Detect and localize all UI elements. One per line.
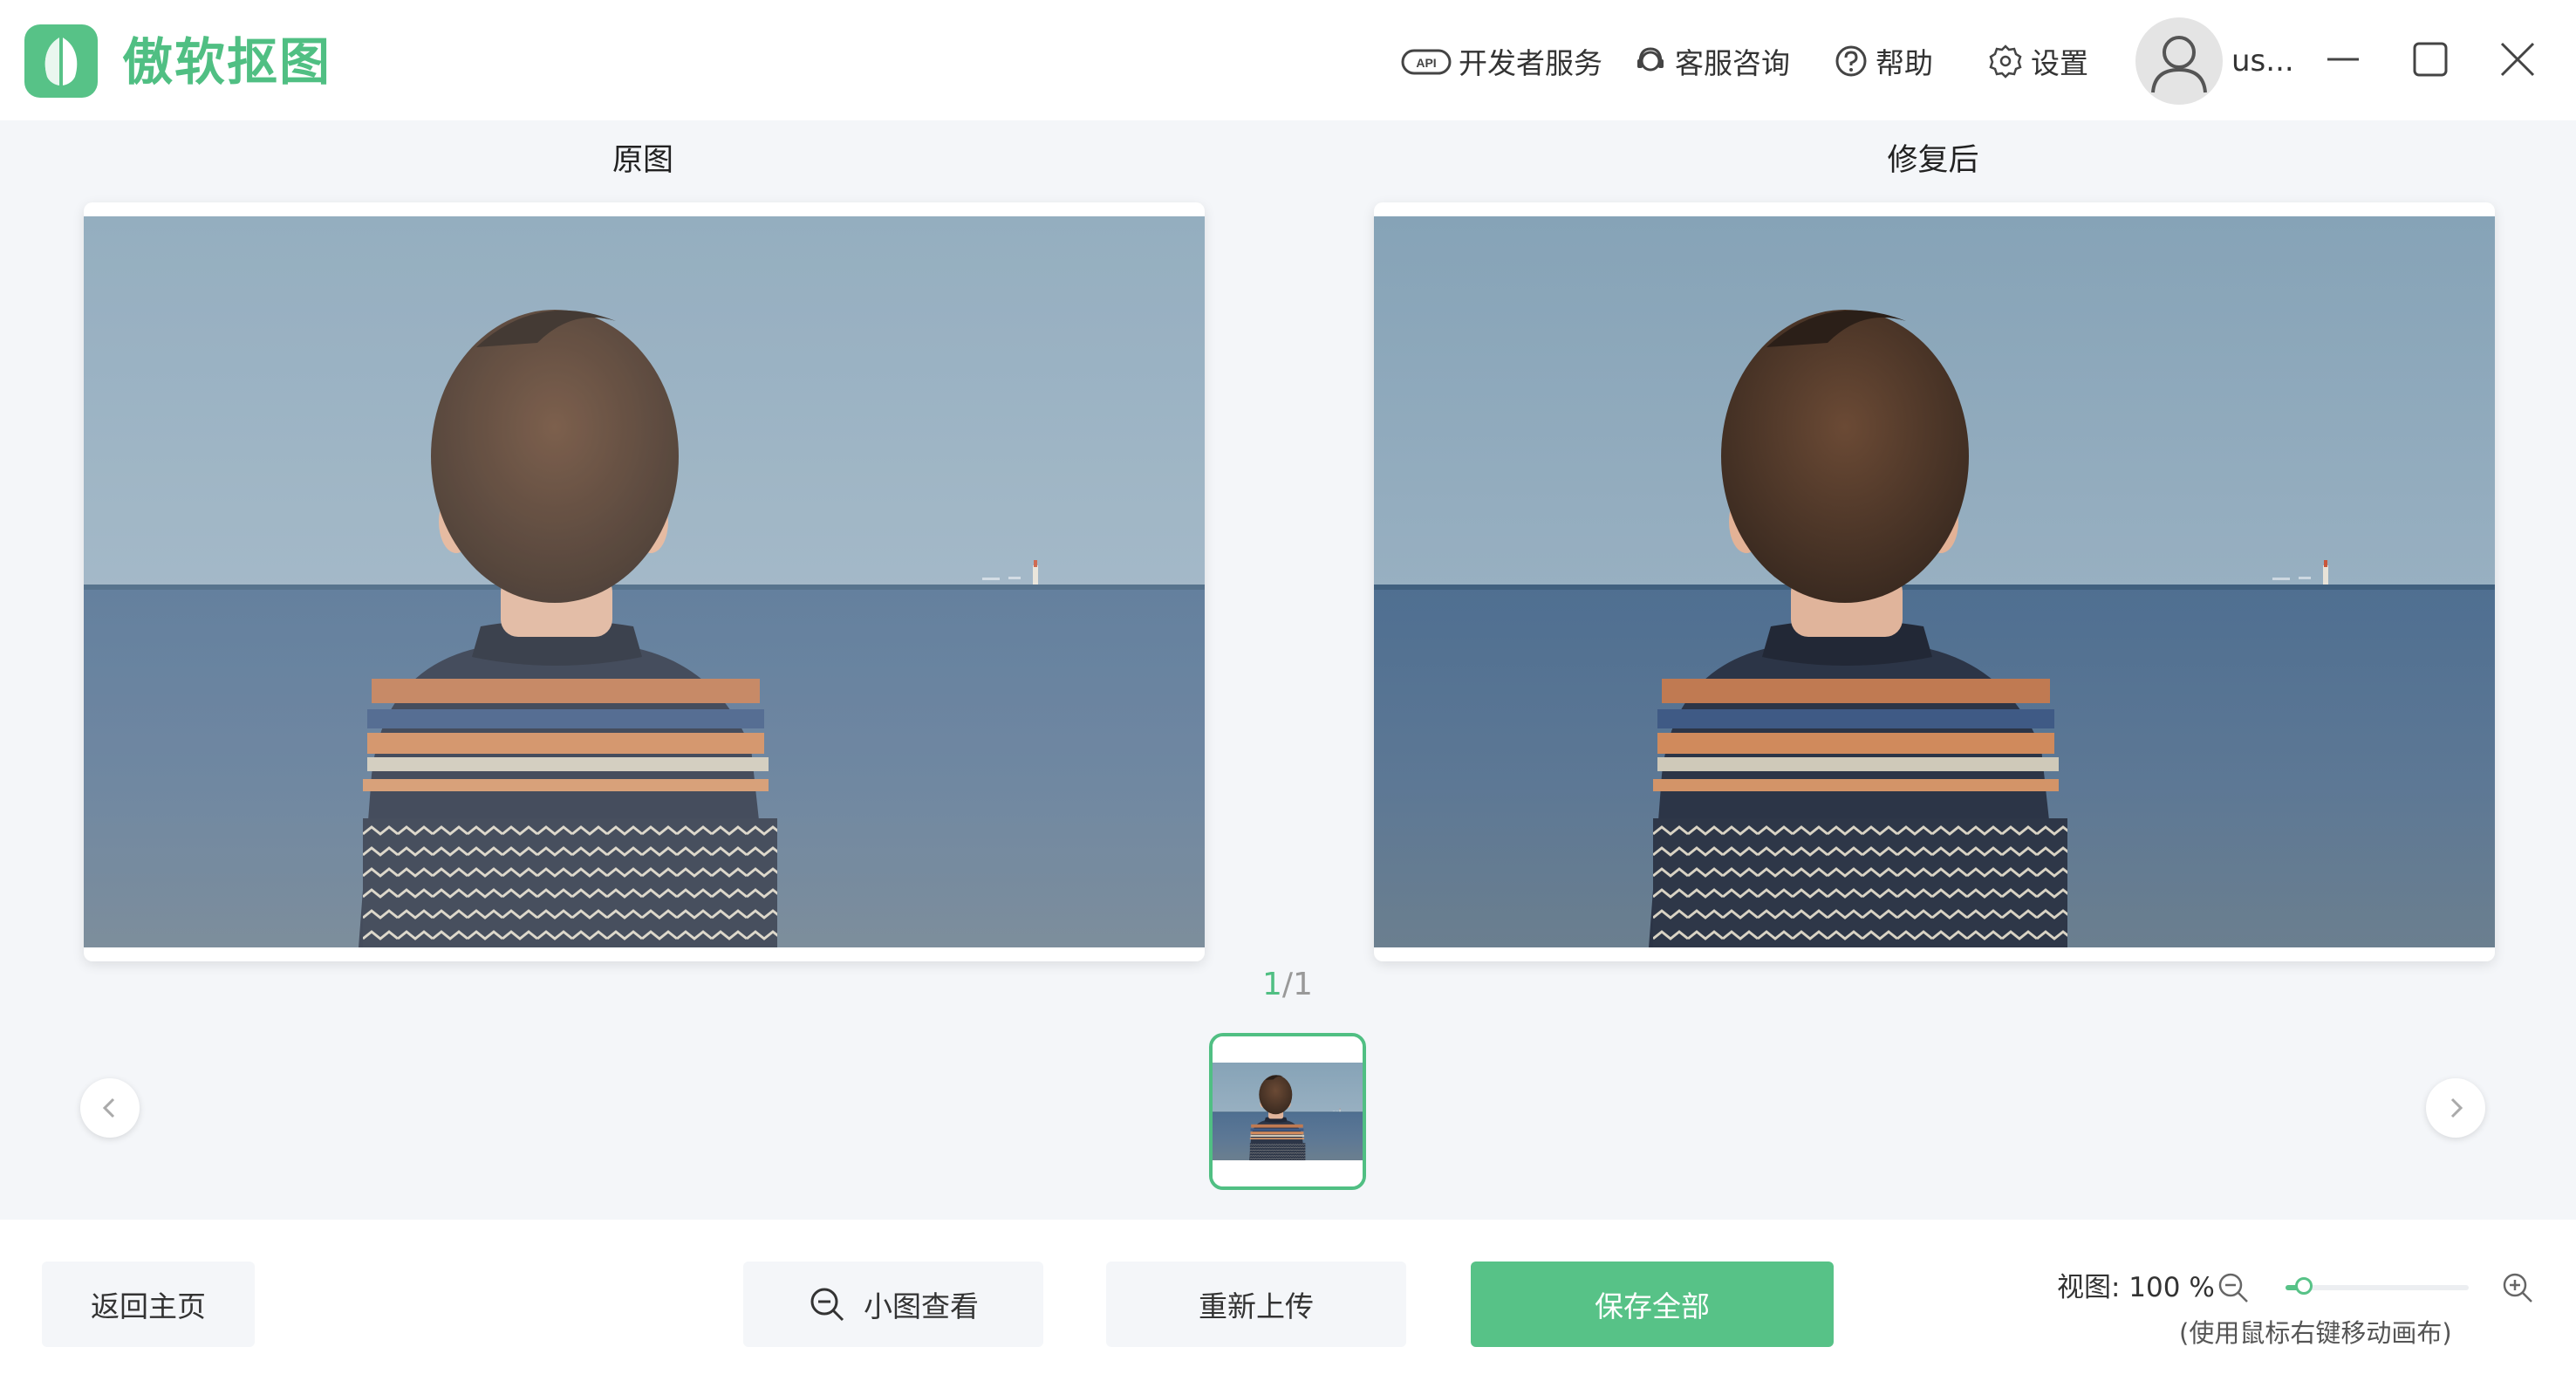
app-name: 傲软抠图 <box>122 32 332 92</box>
small-view-label: 小图查看 <box>864 1289 979 1323</box>
svg-text:API: API <box>1416 56 1436 70</box>
settings-label: 设置 <box>2031 46 2088 80</box>
zoom-slider-handle[interactable] <box>2295 1277 2313 1295</box>
minimize-icon[interactable] <box>2317 33 2369 85</box>
customer-support-button[interactable]: 客服咨询 <box>1633 38 1790 84</box>
title-bar: 傲软抠图 API 开发者服务 客服咨询 帮助 设置 us... <box>0 0 2576 120</box>
help-button[interactable]: 帮助 <box>1834 38 1933 84</box>
chevron-right-icon <box>2450 1097 2463 1118</box>
back-home-label: 返回主页 <box>91 1289 206 1323</box>
help-label: 帮助 <box>1876 46 1933 80</box>
headset-icon <box>1637 47 1664 72</box>
developer-service-button[interactable]: API 开发者服务 <box>1401 38 1602 84</box>
gear-icon <box>1989 44 2022 79</box>
back-home-button[interactable]: 返回主页 <box>42 1262 255 1347</box>
page-total: /1 <box>1281 967 1313 1002</box>
api-cloud-icon: API <box>1401 49 1452 75</box>
reupload-label: 重新上传 <box>1199 1289 1314 1323</box>
app-logo-icon <box>24 24 98 98</box>
customer-support-label: 客服咨询 <box>1675 46 1790 80</box>
repaired-image-panel[interactable] <box>1374 202 2495 961</box>
previous-image-button[interactable] <box>80 1078 140 1138</box>
image-thumbnail[interactable] <box>1209 1033 1366 1190</box>
zoom-out-icon <box>810 1288 844 1322</box>
zoom-out-icon[interactable] <box>2216 1270 2251 1305</box>
original-image <box>84 216 1205 947</box>
settings-button[interactable]: 设置 <box>1987 38 2088 84</box>
page-indicator: 1/1 <box>1235 960 1340 1010</box>
reupload-button[interactable]: 重新上传 <box>1106 1262 1406 1347</box>
original-image-panel[interactable] <box>84 202 1205 961</box>
repaired-image-title: 修复后 <box>1887 143 1979 178</box>
small-view-button[interactable]: 小图查看 <box>743 1262 1043 1347</box>
zoom-slider[interactable] <box>2286 1277 2469 1295</box>
maximize-icon[interactable] <box>2404 33 2456 85</box>
user-name[interactable]: us... <box>2231 38 2294 84</box>
save-all-button[interactable]: 保存全部 <box>1471 1262 1834 1347</box>
question-circle-icon <box>1835 45 1867 77</box>
close-icon[interactable] <box>2491 33 2544 85</box>
zoom-in-icon[interactable] <box>2500 1270 2535 1305</box>
chevron-left-icon <box>102 1097 115 1118</box>
user-avatar-icon[interactable] <box>2135 17 2223 105</box>
zoom-hint: (使用鼠标右键移动画布) <box>2179 1318 2452 1348</box>
save-all-label: 保存全部 <box>1595 1289 1710 1323</box>
next-image-button[interactable] <box>2426 1078 2485 1138</box>
original-image-title: 原图 <box>612 143 673 178</box>
page-current: 1 <box>1262 967 1282 1002</box>
zoom-level-label: 视图: 100 % <box>2057 1272 2215 1303</box>
developer-service-label: 开发者服务 <box>1459 46 1602 80</box>
repaired-image <box>1374 216 2495 947</box>
